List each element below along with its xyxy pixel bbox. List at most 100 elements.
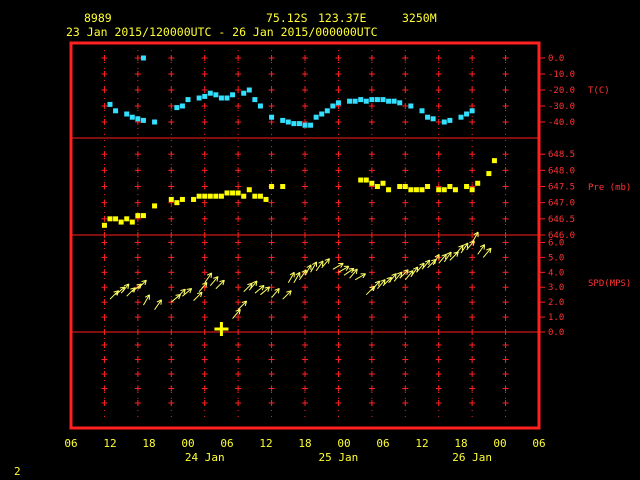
- panel-label: T(C): [588, 86, 610, 96]
- x-date-label: 25 Jan: [319, 451, 359, 464]
- pressure-point: [464, 184, 470, 189]
- temperature-point: [202, 93, 208, 99]
- pressure-point: [263, 196, 269, 202]
- time-range: 23 Jan 2015/120000UTC - 26 Jan 2015/0000…: [66, 25, 378, 39]
- wind-series: [109, 231, 492, 337]
- wind-arrow: [455, 244, 464, 255]
- y-tick-label: -20.0: [548, 86, 575, 96]
- wind-arrow: [460, 242, 469, 254]
- temperature-point: [347, 98, 353, 104]
- wind-arrow: [260, 286, 271, 296]
- temperature-point: [391, 98, 397, 104]
- temperature-point: [425, 114, 431, 120]
- pressure-point: [269, 184, 275, 189]
- pressure-point: [135, 213, 141, 219]
- temperature-point: [140, 117, 146, 123]
- wind-arrow: [243, 282, 253, 293]
- y-tick-label: 5.0: [548, 253, 564, 263]
- station-id: 8989: [84, 11, 112, 25]
- pressure-point: [452, 187, 458, 193]
- pressure-point: [213, 193, 219, 199]
- temperature-point: [469, 108, 475, 114]
- x-tick-label: 06: [376, 437, 389, 450]
- temperature-point: [352, 98, 358, 104]
- wind-arrow: [338, 265, 350, 273]
- temperature-point: [107, 101, 113, 107]
- temperature-point: [185, 97, 191, 103]
- temperature-point: [269, 114, 275, 120]
- y-tick-label: 6.0: [548, 238, 564, 248]
- temperature-point: [369, 97, 375, 103]
- y-tick-label: 647.0: [548, 199, 575, 209]
- y-tick-label: -10.0: [548, 70, 575, 80]
- pressure-point: [408, 187, 414, 193]
- wind-arrow: [142, 294, 150, 306]
- pressure-point: [436, 187, 442, 193]
- pressure-point: [397, 184, 403, 189]
- temperature-point: [246, 87, 252, 93]
- latitude: 75.12S: [266, 11, 308, 25]
- pressure-point: [486, 171, 492, 177]
- pressure-point: [363, 177, 369, 183]
- right-axis: 0.0 -10.0 -20.0 -30.0 -40.0 T(C) 648.5 648.0 647…: [539, 54, 631, 338]
- wind-arrow: [287, 271, 295, 284]
- temperature-point: [430, 116, 436, 122]
- temperature-point: [113, 108, 119, 114]
- wind-arrow: [471, 231, 479, 243]
- wind-arrow: [365, 285, 376, 296]
- y-tick-label: 3.0: [548, 283, 564, 293]
- pressure-point: [118, 219, 124, 225]
- pressure-point: [168, 196, 174, 202]
- y-tick-label: 0.0: [548, 328, 564, 338]
- x-tick-label: 06: [532, 437, 545, 450]
- temperature-point: [241, 90, 247, 96]
- wind-arrow: [293, 271, 301, 284]
- pressure-point: [191, 196, 197, 202]
- temperature-point: [179, 103, 185, 109]
- pressure-point: [224, 190, 230, 196]
- x-tick-label: 18: [142, 437, 155, 450]
- pressure-point: [101, 222, 107, 228]
- panel-label: SPD(MPS): [588, 279, 631, 289]
- pressure-point: [447, 184, 453, 189]
- wind-arrow: [176, 288, 186, 299]
- x-tick-label: 00: [181, 437, 194, 450]
- temperature-point: [319, 111, 325, 117]
- panel-label: Pre (mb): [588, 183, 631, 193]
- temperature-point: [196, 95, 202, 101]
- pressure-point: [419, 187, 425, 193]
- pressure-series: [101, 158, 497, 228]
- y-tick-label: 0.0: [548, 54, 564, 64]
- pressure-point: [441, 187, 447, 193]
- temperature-point: [330, 103, 336, 109]
- pressure-point: [369, 180, 375, 186]
- x-tick-label: 18: [454, 437, 467, 450]
- temperature-point: [458, 114, 464, 120]
- pressure-point: [196, 193, 202, 199]
- pressure-point: [475, 180, 481, 186]
- temperature-point: [213, 92, 219, 98]
- temperature-point: [291, 121, 297, 127]
- y-tick-label: 648.0: [548, 166, 575, 176]
- wind-arrow: [271, 288, 280, 298]
- wind-arrow: [332, 262, 344, 270]
- wind-arrow: [254, 284, 265, 294]
- temperature-point: [124, 111, 130, 117]
- temperature-point: [224, 95, 230, 101]
- pressure-point: [202, 193, 208, 199]
- y-tick-label: 1.0: [548, 313, 564, 323]
- temperature-point: [324, 108, 330, 114]
- temperature-point: [280, 117, 286, 123]
- wind-arrow: [126, 287, 136, 297]
- pressure-point: [469, 187, 475, 193]
- temperature-point: [296, 121, 302, 127]
- wind-arrow: [477, 244, 486, 255]
- temperature-point: [380, 97, 386, 103]
- pressure-point: [207, 193, 213, 199]
- pressure-point: [107, 216, 113, 222]
- wind-arrow: [282, 290, 292, 300]
- temperature-point: [230, 92, 236, 98]
- pressure-point: [252, 193, 258, 199]
- temperature-point: [397, 100, 403, 106]
- temperature-point: [308, 122, 314, 128]
